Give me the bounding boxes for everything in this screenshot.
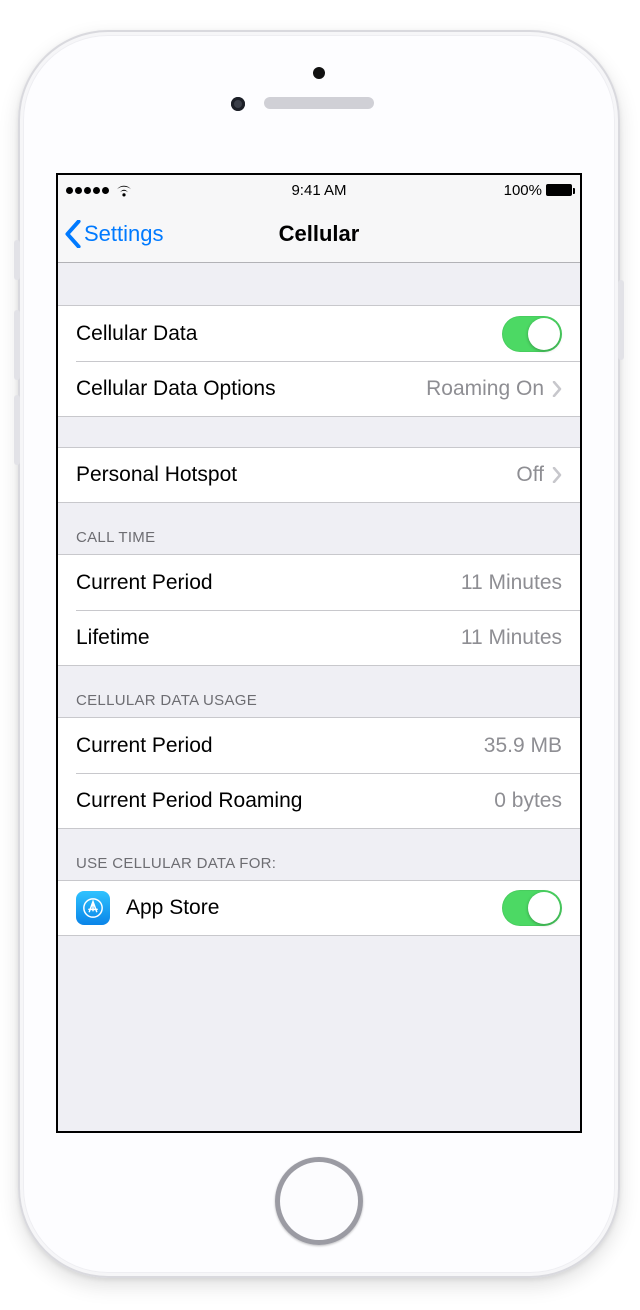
battery-icon bbox=[546, 184, 572, 196]
mute-switch bbox=[14, 240, 20, 280]
home-button[interactable] bbox=[275, 1157, 363, 1245]
cellular-data-label: Cellular Data bbox=[76, 322, 197, 346]
volume-down-button bbox=[14, 395, 20, 465]
speaker-grille bbox=[264, 97, 374, 109]
app-store-label: App Store bbox=[126, 896, 219, 920]
app-store-icon bbox=[76, 891, 110, 925]
cellular-data-options-value: Roaming On bbox=[426, 377, 544, 401]
call-time-current-value: 11 Minutes bbox=[461, 571, 562, 595]
app-store-row[interactable]: App Store bbox=[58, 880, 580, 936]
phone-frame: 9:41 AM 100% Settings Cellular Cellular … bbox=[18, 30, 620, 1278]
section-header-data-usage: CELLULAR DATA USAGE bbox=[58, 666, 580, 717]
chevron-right-icon bbox=[552, 381, 562, 397]
status-time: 9:41 AM bbox=[58, 182, 580, 199]
screen: 9:41 AM 100% Settings Cellular Cellular … bbox=[56, 173, 582, 1133]
data-usage-roaming-value: 0 bytes bbox=[494, 789, 562, 813]
call-time-current-label: Current Period bbox=[76, 571, 213, 595]
call-time-lifetime-label: Lifetime bbox=[76, 626, 150, 650]
data-usage-current-value: 35.9 MB bbox=[484, 734, 562, 758]
personal-hotspot-value: Off bbox=[516, 463, 544, 487]
power-button bbox=[618, 280, 624, 360]
page-title: Cellular bbox=[58, 221, 580, 247]
data-usage-roaming-label: Current Period Roaming bbox=[76, 789, 302, 813]
personal-hotspot-label: Personal Hotspot bbox=[76, 463, 237, 487]
app-store-toggle[interactable] bbox=[502, 890, 562, 926]
personal-hotspot-row[interactable]: Personal Hotspot Off bbox=[58, 447, 580, 503]
call-time-lifetime-value: 11 Minutes bbox=[461, 626, 562, 650]
section-header-use-for: USE CELLULAR DATA FOR: bbox=[58, 829, 580, 880]
call-time-current-row: Current Period 11 Minutes bbox=[58, 554, 580, 610]
camera-icon bbox=[231, 97, 245, 111]
cellular-data-toggle[interactable] bbox=[502, 316, 562, 352]
call-time-lifetime-row: Lifetime 11 Minutes bbox=[58, 610, 580, 666]
chevron-right-icon bbox=[552, 467, 562, 483]
cellular-data-options-row[interactable]: Cellular Data Options Roaming On bbox=[58, 361, 580, 417]
status-bar: 9:41 AM 100% bbox=[58, 175, 580, 205]
cellular-data-options-label: Cellular Data Options bbox=[76, 377, 276, 401]
volume-up-button bbox=[14, 310, 20, 380]
data-usage-current-label: Current Period bbox=[76, 734, 213, 758]
data-usage-roaming-row: Current Period Roaming 0 bytes bbox=[58, 773, 580, 829]
cellular-data-row[interactable]: Cellular Data bbox=[58, 305, 580, 361]
sensor-dot bbox=[313, 67, 325, 79]
nav-bar: Settings Cellular bbox=[58, 205, 580, 263]
section-header-call-time: CALL TIME bbox=[58, 503, 580, 554]
data-usage-current-row: Current Period 35.9 MB bbox=[58, 717, 580, 773]
